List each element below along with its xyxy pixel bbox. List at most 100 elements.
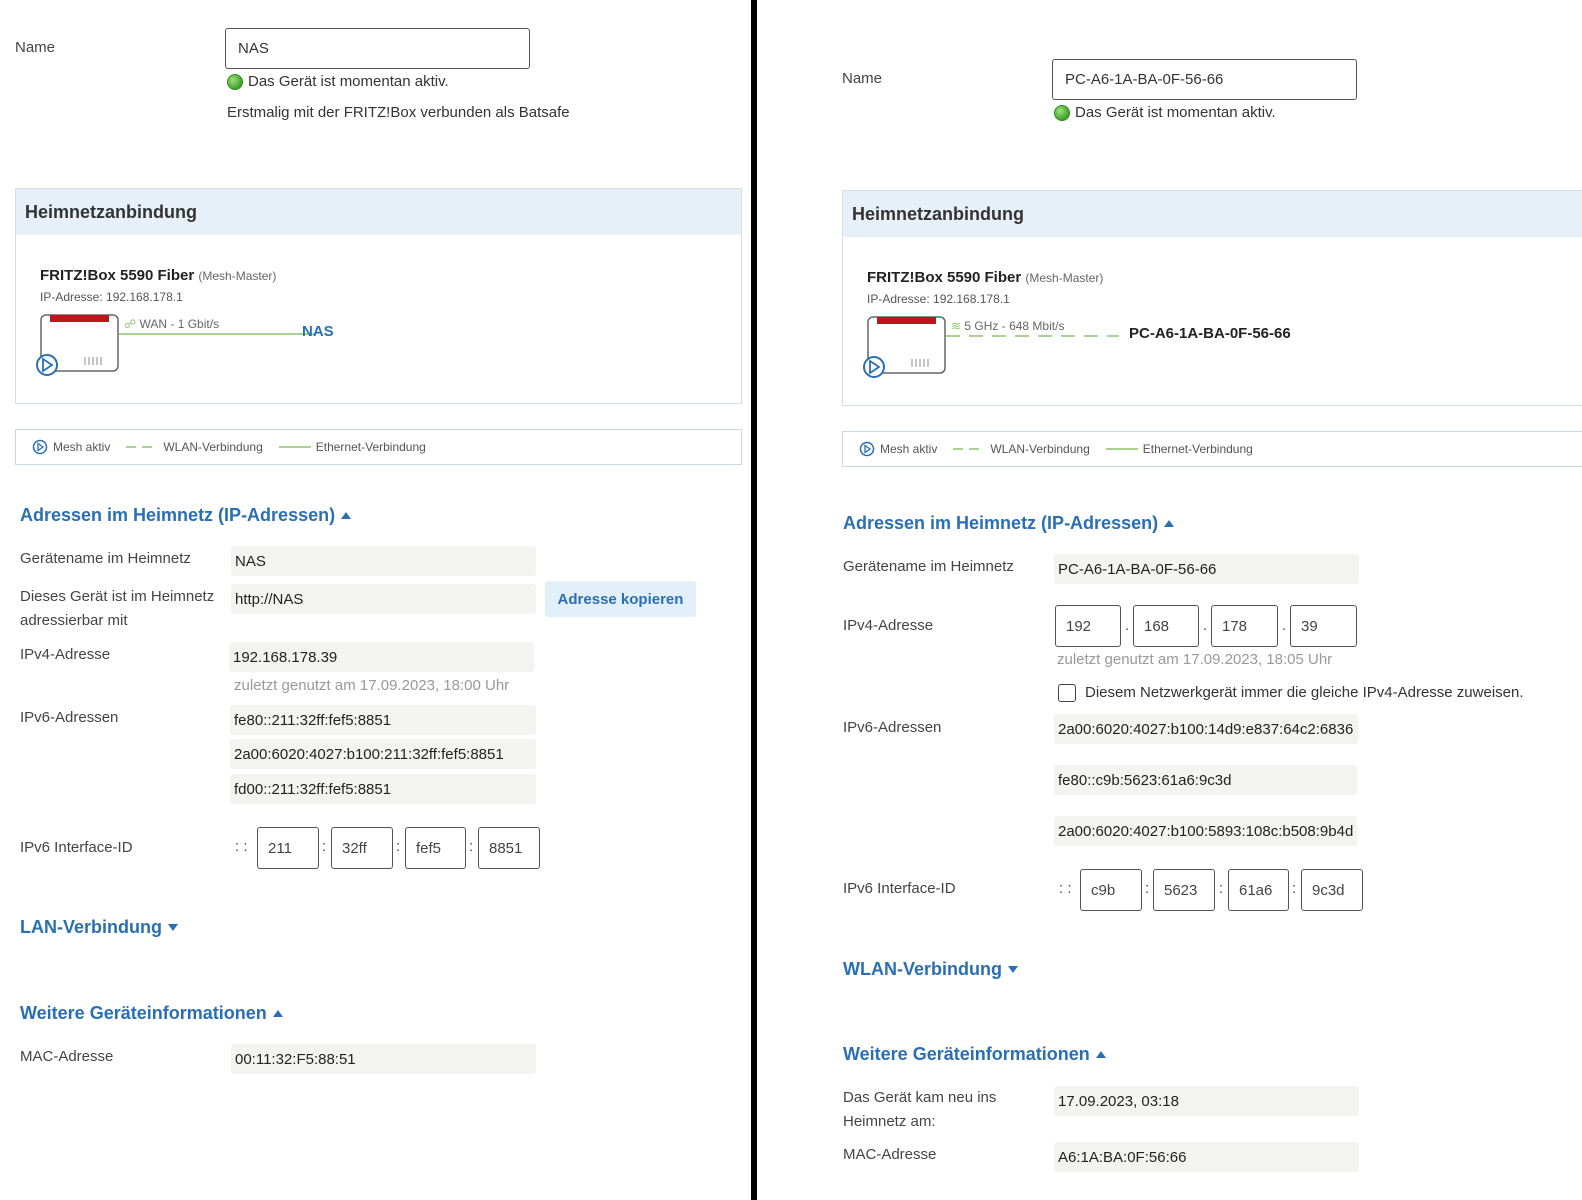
- legend-wlan-text: WLAN-Verbindung: [990, 442, 1090, 456]
- wlan-section-title: WLAN-Verbindung: [843, 959, 1002, 979]
- joined-label-2: Heimnetz am:: [843, 1113, 936, 1130]
- status-active: Das Gerät ist momentan aktiv.: [227, 73, 449, 90]
- joined-label-1: Das Gerät kam neu ins: [843, 1089, 997, 1106]
- wlan-line-icon: [126, 446, 159, 448]
- devname-label: Gerätename im Heimnetz: [20, 550, 191, 567]
- addr-section-title: Adressen im Heimnetz (IP-Adressen): [843, 513, 1159, 533]
- ipv6-value-2: fe80::c9b:5623:61a6:9c3d: [1054, 765, 1357, 795]
- wifi-icon: ≋: [951, 319, 962, 333]
- router-name-text: FRITZ!Box 5590 Fiber: [867, 269, 1022, 286]
- addr-section-title: Adressen im Heimnetz (IP-Adressen): [20, 505, 336, 525]
- ipv6-value-1: fe80::211:32ff:fef5:8851: [230, 705, 536, 735]
- mesh-icon: [859, 441, 875, 457]
- devname-value: PC-A6-1A-BA-0F-56-66: [1054, 554, 1359, 584]
- ifid-sep: :: [469, 838, 474, 855]
- collapse-icon: [272, 1010, 283, 1017]
- link-label: ≋ 5 GHz - 648 Mbit/s: [951, 319, 1064, 333]
- last-used-text: zuletzt genutzt am 17.09.2023, 18:05 Uhr: [1057, 651, 1333, 668]
- more-info-toggle[interactable]: Weitere Geräteinformationen: [843, 1044, 1106, 1065]
- ifid-segment-2[interactable]: 32ff: [331, 827, 393, 869]
- more-info-toggle[interactable]: Weitere Geräteinformationen: [20, 1003, 283, 1024]
- mac-label: MAC-Adresse: [843, 1146, 937, 1163]
- ipv4-label: IPv4-Adresse: [843, 617, 934, 634]
- legend-mesh-text: Mesh aktiv: [53, 440, 111, 454]
- first-connected-text: Erstmalig mit der FRITZ!Box verbunden al…: [227, 104, 570, 121]
- ipv4-octet-2[interactable]: 168: [1133, 605, 1199, 647]
- legend-mesh-text: Mesh aktiv: [880, 442, 938, 456]
- name-input[interactable]: NAS: [225, 28, 530, 69]
- ipv4-octet-4[interactable]: 39: [1290, 605, 1357, 647]
- legend-bar: Mesh aktiv WLAN-Verbindung Ethernet-Verb…: [15, 429, 742, 465]
- name-label: Name: [842, 70, 883, 87]
- legend-wlan: WLAN-Verbindung: [953, 442, 1090, 456]
- router-name: FRITZ!Box 5590 Fiber (Mesh-Master): [40, 267, 276, 284]
- addr-section-toggle[interactable]: Adressen im Heimnetz (IP-Adressen): [843, 513, 1175, 534]
- collapse-icon: [1095, 1051, 1106, 1058]
- heimnetz-title: Heimnetzanbindung: [16, 189, 741, 235]
- ipv6-value-3: fd00::211:32ff:fef5:8851: [230, 774, 536, 804]
- status-active: Das Gerät ist momentan aktiv.: [1054, 104, 1276, 121]
- addr-section-toggle[interactable]: Adressen im Heimnetz (IP-Adressen): [20, 505, 352, 526]
- status-text: Das Gerät ist momentan aktiv.: [248, 73, 449, 90]
- ifid-segment-2[interactable]: 5623: [1153, 869, 1215, 911]
- ifid-label: IPv6 Interface-ID: [20, 839, 133, 856]
- collapse-icon: [1164, 520, 1175, 527]
- legend-mesh: Mesh aktiv: [859, 441, 937, 457]
- link-label-text: 5 GHz - 648 Mbit/s: [964, 319, 1065, 333]
- heimnetz-panel: Heimnetzanbindung FRITZ!Box 5590 Fiber (…: [842, 190, 1582, 406]
- name-input[interactable]: PC-A6-1A-BA-0F-56-66: [1052, 59, 1357, 100]
- lan-section-title: LAN-Verbindung: [20, 917, 162, 937]
- same-ip-checkbox-label[interactable]: Diesem Netzwerkgerät immer die gleiche I…: [1085, 681, 1524, 705]
- ifid-segment-4[interactable]: 8851: [478, 827, 540, 869]
- wlan-section-toggle[interactable]: WLAN-Verbindung: [843, 959, 1018, 980]
- devname-label: Gerätename im Heimnetz: [843, 558, 1014, 575]
- ifid-segment-1[interactable]: c9b: [1080, 869, 1142, 911]
- ethernet-line-icon: [278, 446, 311, 448]
- ipv6-label: IPv6-Adressen: [20, 709, 119, 726]
- ipv4-octet-3[interactable]: 178: [1211, 605, 1278, 647]
- legend-wlan-text: WLAN-Verbindung: [163, 440, 263, 454]
- pane-divider: [751, 0, 757, 1200]
- router-role: (Mesh-Master): [198, 269, 277, 283]
- ipv4-dot: .: [1282, 617, 1287, 634]
- ifid-segment-1[interactable]: 211: [257, 827, 319, 869]
- ipv4-octet-1[interactable]: 192: [1055, 605, 1121, 647]
- more-info-title: Weitere Geräteinformationen: [20, 1003, 267, 1023]
- heimnetz-title: Heimnetzanbindung: [843, 191, 1582, 237]
- copy-address-button[interactable]: Adresse kopieren: [545, 581, 696, 617]
- same-ip-checkbox[interactable]: [1058, 684, 1076, 702]
- router-name: FRITZ!Box 5590 Fiber (Mesh-Master): [867, 269, 1103, 286]
- wlan-line-icon: [953, 448, 986, 450]
- connected-device-name: PC-A6-1A-BA-0F-56-66: [1129, 325, 1291, 342]
- status-dot-icon: [227, 73, 243, 90]
- ipv6-value-3: 2a00:6020:4027:b100:5893:108c:b508:9b4d: [1054, 816, 1357, 846]
- lan-section-toggle[interactable]: LAN-Verbindung: [20, 917, 178, 938]
- ipv6-value-2: 2a00:6020:4027:b100:211:32ff:fef5:8851: [230, 739, 536, 769]
- ipv4-label: IPv4-Adresse: [20, 646, 111, 663]
- ipv4-dot: .: [1125, 617, 1130, 634]
- mac-value: 00:11:32:F5:88:51: [231, 1044, 536, 1074]
- ifid-segment-3[interactable]: 61a6: [1228, 869, 1289, 911]
- router-ip: IP-Adresse: 192.168.178.1: [40, 290, 183, 304]
- legend-bar: Mesh aktiv WLAN-Verbindung Ethernet-Verb…: [842, 431, 1582, 467]
- more-info-title: Weitere Geräteinformationen: [843, 1044, 1090, 1064]
- ifid-segment-4[interactable]: 9c3d: [1301, 869, 1363, 911]
- ifid-sep: :: [1219, 880, 1224, 897]
- connected-device-link[interactable]: NAS: [302, 323, 334, 340]
- ifid-prefix: : :: [235, 838, 248, 855]
- legend-ethernet: Ethernet-Verbindung: [1105, 442, 1253, 456]
- reachable-label-2: adressierbar mit: [20, 612, 128, 629]
- status-dot-icon: [1054, 104, 1070, 121]
- link-label-text: WAN - 1 Gbit/s: [139, 317, 220, 331]
- mesh-icon: [32, 439, 48, 455]
- router-name-text: FRITZ!Box 5590 Fiber: [40, 267, 195, 284]
- expand-icon: [168, 924, 178, 931]
- status-text: Das Gerät ist momentan aktiv.: [1075, 104, 1276, 121]
- ipv6-label: IPv6-Adressen: [843, 719, 942, 736]
- ifid-prefix: : :: [1059, 880, 1072, 897]
- ifid-segment-3[interactable]: fef5: [405, 827, 466, 869]
- ifid-sep: :: [396, 838, 401, 855]
- expand-icon: [1007, 966, 1018, 973]
- joined-value: 17.09.2023, 03:18: [1054, 1086, 1359, 1116]
- router-ip: IP-Adresse: 192.168.178.1: [867, 292, 1010, 306]
